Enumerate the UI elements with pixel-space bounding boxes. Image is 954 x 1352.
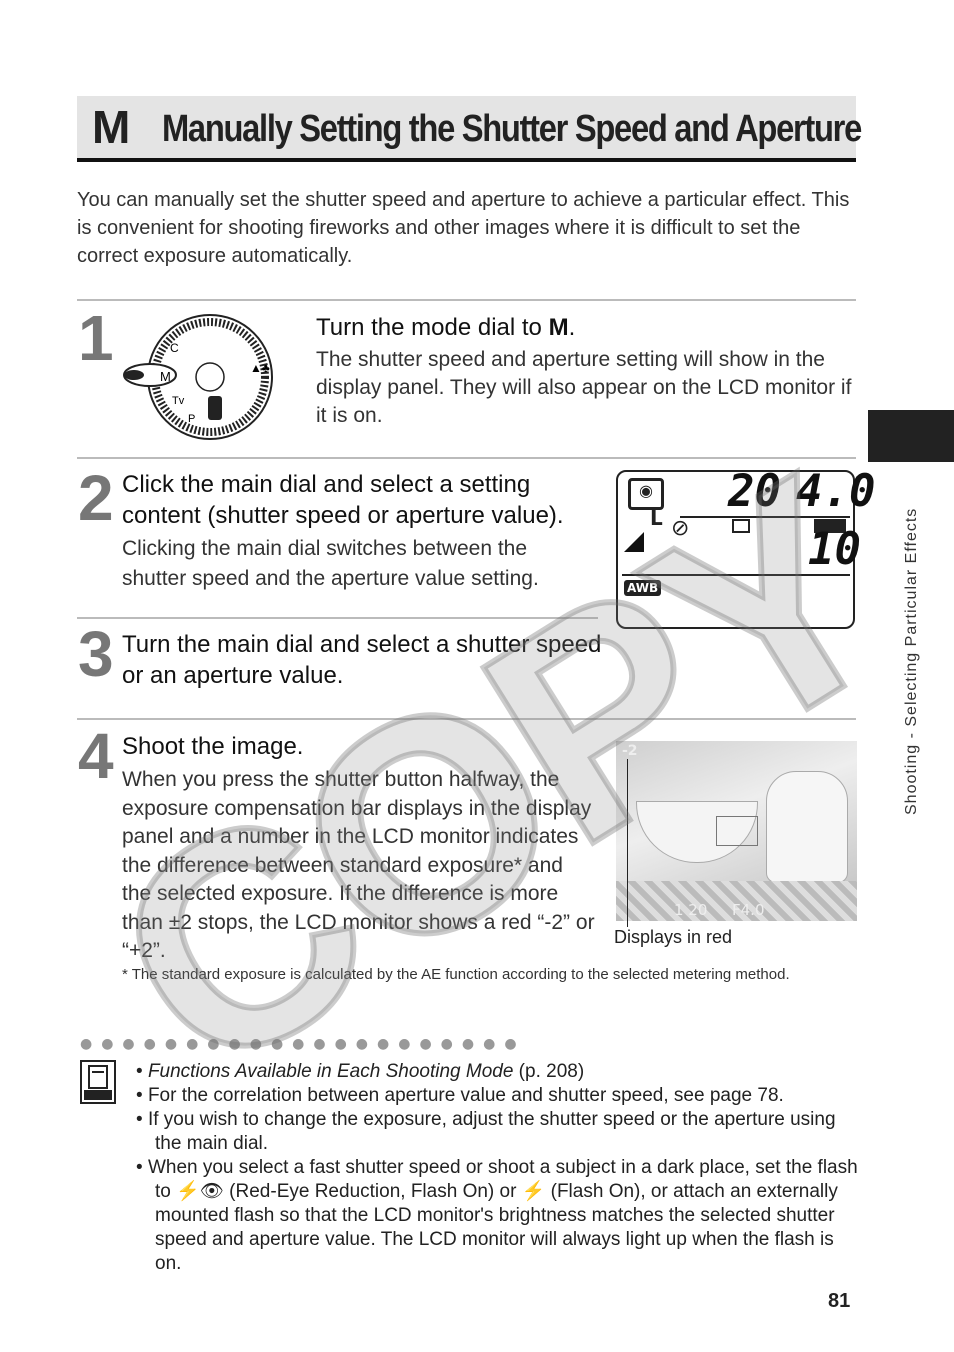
divider (77, 299, 856, 301)
note-item: • When you select a fast shutter speed o… (136, 1157, 858, 1274)
callout-line (627, 759, 628, 927)
display-panel-illustration: ◉ 20 4.0 L ⊘ 10 AWB (616, 466, 875, 629)
aperture-value: 4.0 (796, 466, 876, 517)
section-tab (868, 410, 954, 462)
svg-text:C: C (170, 341, 179, 355)
mode-dial-illustration: M C Tv P ▲♣ (123, 314, 273, 440)
note-item: • Functions Available in Each Shooting M… (136, 1061, 585, 1082)
step-number: 3 (78, 618, 114, 690)
step-text: Clicking the main dial switches between … (122, 537, 539, 590)
quality-indicator: L (650, 506, 663, 530)
step-number: 2 (78, 462, 114, 534)
af-frame (716, 816, 758, 846)
dotted-separator: ●●●●●●●●●●●●●●●●●●●●● (80, 1036, 526, 1052)
note-link[interactable]: Functions Available in Each Shooting Mod… (148, 1061, 513, 1082)
photo-aperture: F4.0 (732, 901, 765, 919)
white-balance-badge: AWB (624, 580, 662, 596)
step-text: The shutter speed and aperture setting w… (316, 348, 852, 427)
shutter-value: 20 (728, 466, 781, 517)
notes-list: • Functions Available in Each Shooting M… (136, 1060, 861, 1276)
step-heading: Turn the mode dial to M. (316, 312, 575, 343)
footnote: * The standard exposure is calculated by… (122, 966, 790, 983)
svg-text:▲♣: ▲♣ (250, 361, 270, 375)
photo-caption: Displays in red (614, 927, 733, 947)
note-text: For the correlation between aperture val… (147, 1085, 784, 1106)
lcd-monitor-photo: -2 1 20 F4.0 (616, 741, 857, 927)
photo-shutter: 1 20 (674, 901, 708, 919)
note-item: • For the correlation between aperture v… (136, 1085, 784, 1106)
step-heading: Click the main dial and select a setting… (122, 471, 564, 529)
step-heading: Shoot the image. (122, 733, 304, 760)
note-item: • If you wish to change the exposure, ad… (136, 1109, 836, 1154)
heading-end: . (568, 314, 576, 341)
section-side-label: Shooting - Selecting Particular Effects (903, 507, 920, 815)
divider (77, 617, 598, 619)
note-text: If you wish to change the exposure, adju… (147, 1109, 836, 1154)
step-number: 4 (78, 720, 114, 792)
manual-page: M Manually Setting the Shutter Speed and… (0, 0, 954, 1352)
mode-m-icon: M (92, 101, 131, 153)
teapot-shape (766, 771, 848, 883)
exposure-difference: -2 (622, 743, 638, 759)
svg-text:Tv: Tv (172, 395, 185, 407)
divider (77, 718, 856, 720)
mode-m-symbol: M (548, 314, 569, 341)
shots-remaining: 10 (808, 524, 861, 575)
exposure-indicator-icon (624, 532, 644, 552)
svg-text:P: P (188, 413, 195, 425)
single-shot-icon (732, 519, 750, 533)
intro-text: You can manually set the shutter speed a… (77, 189, 850, 267)
step-text: When you press the shutter button halfwa… (122, 768, 595, 962)
note-text: (p. 208) (513, 1061, 585, 1082)
page-number: 81 (828, 1290, 851, 1312)
svg-text:M: M (160, 369, 171, 384)
step-number: 1 (78, 302, 114, 374)
page-title: Manually Setting the Shutter Speed and A… (162, 108, 862, 150)
divider (77, 457, 856, 459)
reference-note-icon (80, 1060, 116, 1104)
lcd-line (680, 516, 850, 518)
flash-off-icon: ⊘ (671, 516, 690, 541)
step-heading: Turn the main dial and select a shutter … (122, 631, 602, 689)
heading-text: Turn the mode dial to (316, 314, 542, 341)
note-text: When you select a fast shutter speed or … (147, 1157, 858, 1274)
lcd-line (622, 574, 850, 576)
